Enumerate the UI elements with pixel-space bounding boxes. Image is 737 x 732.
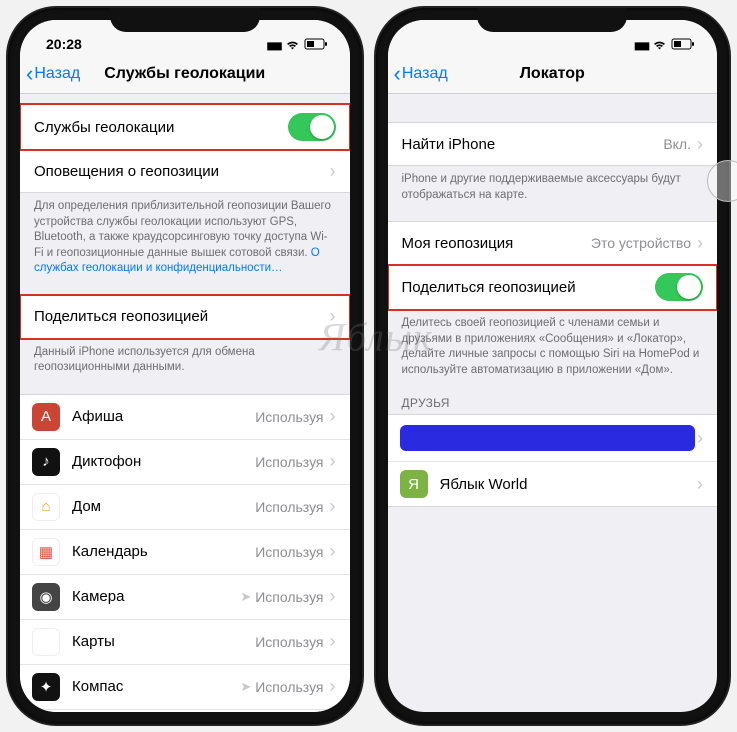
back-label: Назад xyxy=(34,65,80,83)
row-app[interactable]: ◎Локатор➤Используя› xyxy=(20,710,350,712)
row-app[interactable]: ✦ Компас➤Используя › xyxy=(20,665,350,710)
row-app[interactable]: ✈ КартыИспользуя › xyxy=(20,620,350,665)
row-location-alerts[interactable]: Оповещения о геопозиции › xyxy=(20,150,350,192)
location-arrow-icon: ➤ xyxy=(240,679,251,695)
app-icon: Я xyxy=(400,470,428,498)
app-name: Диктофон xyxy=(72,453,255,470)
footer-services: Для определения приблизительной геопозиц… xyxy=(20,193,350,277)
chevron-right-icon: › xyxy=(330,161,336,182)
footer-share: Делитесь своей геопозицией с членами сем… xyxy=(388,310,718,378)
row-label: Оповещения о геопозиции xyxy=(34,163,328,180)
app-name: Карты xyxy=(72,633,255,650)
app-icon: ✦ xyxy=(32,673,60,701)
footer-share: Данный iPhone используется для обмена ге… xyxy=(20,339,350,376)
content-scroll[interactable]: Найти iPhone Вкл. › iPhone и другие подд… xyxy=(388,94,718,712)
wifi-icon xyxy=(652,39,667,50)
chevron-left-icon: ‹ xyxy=(26,63,33,85)
app-name: Календарь xyxy=(72,543,255,560)
row-share-location[interactable]: Поделиться геопозицией › xyxy=(20,296,350,338)
row-label: Найти iPhone xyxy=(402,136,664,153)
app-detail: Используя xyxy=(255,454,323,470)
app-icon: ▦ xyxy=(32,538,60,566)
row-label: Моя геопозиция xyxy=(402,235,591,252)
chevron-right-icon: › xyxy=(697,134,703,155)
back-button[interactable]: ‹ Назад xyxy=(20,63,80,85)
app-name: Дом xyxy=(72,498,255,515)
redacted-name xyxy=(400,425,696,451)
row-app[interactable]: ▦ КалендарьИспользуя › xyxy=(20,530,350,575)
content-scroll[interactable]: Службы геолокации Оповещения о геопозици… xyxy=(20,94,350,712)
notch xyxy=(110,8,260,32)
battery-icon xyxy=(671,38,695,50)
row-location-services[interactable]: Службы геолокации xyxy=(20,105,350,149)
row-detail: Это устройство xyxy=(591,235,691,251)
chevron-right-icon: › xyxy=(697,233,703,254)
row-my-location[interactable]: Моя геопозиция Это устройство › xyxy=(388,222,718,264)
row-find-iphone[interactable]: Найти iPhone Вкл. › xyxy=(388,123,718,165)
status-time: 20:28 xyxy=(46,36,82,52)
app-detail: Используя xyxy=(255,679,323,695)
status-right xyxy=(266,36,327,52)
row-app[interactable]: А АфишаИспользуя › xyxy=(20,395,350,440)
chevron-right-icon: › xyxy=(697,474,703,495)
app-detail: Используя xyxy=(255,634,323,650)
nav-bar: ‹ Назад Локатор xyxy=(388,54,718,94)
chevron-right-icon: › xyxy=(330,306,336,327)
apps-list: ААфишаИспользуя›♪ДиктофонИспользуя›⌂ДомИ… xyxy=(20,394,350,712)
app-detail: Используя xyxy=(255,544,323,560)
screen-left: 20:28 ‹ Назад Службы геолокации Службы г… xyxy=(20,20,350,712)
toggle-share-location[interactable] xyxy=(655,273,703,301)
chevron-right-icon: › xyxy=(330,631,336,652)
back-label: Назад xyxy=(402,65,448,83)
row-label: Службы геолокации xyxy=(34,119,288,136)
app-icon: А xyxy=(32,403,60,431)
app-detail: Используя xyxy=(255,409,323,425)
chevron-right-icon: › xyxy=(697,428,703,449)
app-icon: ♪ xyxy=(32,448,60,476)
location-arrow-icon: ➤ xyxy=(240,589,251,605)
row-label: Яблык World xyxy=(440,476,696,493)
chevron-right-icon: › xyxy=(330,406,336,427)
app-name: Афиша xyxy=(72,408,255,425)
row-share-my-location[interactable]: Поделиться геопозицией xyxy=(388,265,718,309)
chevron-left-icon: ‹ xyxy=(394,63,401,85)
app-icon: ◉ xyxy=(32,583,60,611)
battery-icon xyxy=(304,38,328,50)
friends-header: Друзья xyxy=(388,396,718,414)
row-app[interactable]: ◉ Камера➤Используя › xyxy=(20,575,350,620)
back-button[interactable]: ‹ Назад xyxy=(388,63,448,85)
app-name: Компас xyxy=(72,678,240,695)
toggle-location-services[interactable] xyxy=(288,113,336,141)
nav-bar: ‹ Назад Службы геолокации xyxy=(20,54,350,94)
status-right xyxy=(634,36,695,52)
signal-icon xyxy=(266,36,280,52)
chevron-right-icon: › xyxy=(330,541,336,562)
app-icon: ⌂ xyxy=(32,493,60,521)
chevron-right-icon: › xyxy=(330,676,336,697)
notch xyxy=(477,8,627,32)
app-icon: ✈ xyxy=(32,628,60,656)
chevron-right-icon: › xyxy=(330,451,336,472)
wifi-icon xyxy=(285,39,300,50)
chevron-right-icon: › xyxy=(330,496,336,517)
iphone-frame-right: ‹ Назад Локатор Найти iPhone Вкл. › iPho… xyxy=(376,8,730,724)
row-friend-redacted[interactable]: › xyxy=(388,415,718,462)
iphone-frame-left: 20:28 ‹ Назад Службы геолокации Службы г… xyxy=(8,8,362,724)
row-friend-yablyk[interactable]: Я Яблык World › xyxy=(388,462,718,506)
screen-right: ‹ Назад Локатор Найти iPhone Вкл. › iPho… xyxy=(388,20,718,712)
app-detail: Используя xyxy=(255,499,323,515)
footer-find: iPhone и другие поддерживаемые аксессуар… xyxy=(388,166,718,203)
app-detail: Используя xyxy=(255,589,323,605)
chevron-right-icon: › xyxy=(330,586,336,607)
row-app[interactable]: ⌂ ДомИспользуя › xyxy=(20,485,350,530)
row-detail: Вкл. xyxy=(663,136,691,152)
app-name: Камера xyxy=(72,588,240,605)
signal-icon xyxy=(634,36,648,52)
row-label: Поделиться геопозицией xyxy=(34,308,328,325)
row-label: Поделиться геопозицией xyxy=(402,279,656,296)
row-app[interactable]: ♪ ДиктофонИспользуя › xyxy=(20,440,350,485)
